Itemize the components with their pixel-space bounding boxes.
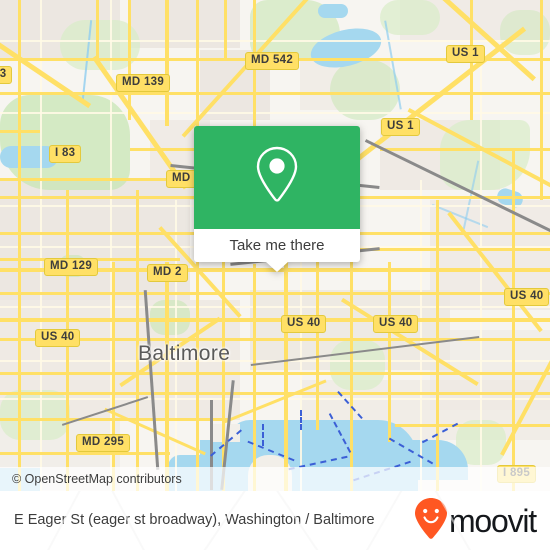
road-shield: MD 129 [44,258,99,276]
road-shield: MD 295 [76,434,131,452]
road-shield: US 40 [281,315,327,333]
take-me-there-label: Take me there [229,237,325,254]
map-canvas[interactable]: 83 MD 139 MD 542 US 1 US 1 I 83 MD MD 12… [0,0,550,491]
moovit-location-screenshot: 83 MD 139 MD 542 US 1 US 1 I 83 MD MD 12… [0,0,550,550]
city-label-baltimore: Baltimore [138,342,231,365]
road-shield: US 1 [446,45,485,63]
road-shield: US 40 [373,315,419,333]
road-shield: MD 2 [147,264,188,282]
openstreetmap-attribution-text: © OpenStreetMap contributors [12,472,182,486]
road-shield: 83 [0,66,13,84]
location-popup-card[interactable]: Take me there [194,126,360,272]
moovit-wordmark: moovit [448,502,537,539]
road-shield: MD 139 [116,74,171,92]
road-shield: US 40 [504,288,550,306]
map-attribution-bar[interactable]: © OpenStreetMap contributors [0,467,550,491]
card-pointer-tail [265,261,289,272]
road-shield: MD 542 [245,52,300,70]
take-me-there-button[interactable]: Take me there [194,229,360,262]
card-icon-area [194,126,360,229]
road-shield: US 1 [381,118,420,136]
road-shield: I 83 [49,145,82,163]
footer-bar: E Eager St (eager st broadway), Washingt… [0,491,550,550]
page-title: E Eager St (eager st broadway), Washingt… [14,512,375,528]
map-pin-icon [254,145,300,210]
moovit-logo[interactable]: moovit [414,497,537,544]
road-shield: US 40 [35,329,81,347]
road-shield: MD [166,170,197,188]
